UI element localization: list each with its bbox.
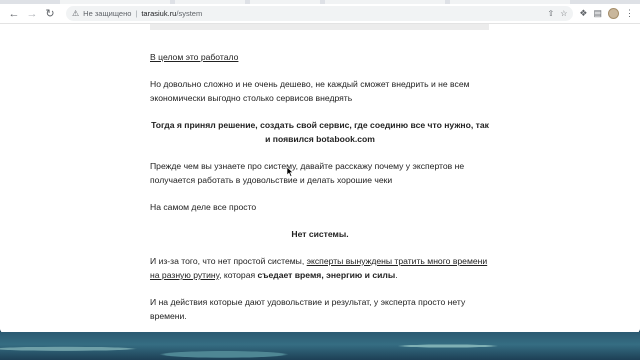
reading-list-icon[interactable]: ▤	[593, 8, 602, 19]
paragraph-7-text-a: И из-за того, что нет простой системы,	[150, 256, 307, 266]
warning-icon[interactable]: ⚠	[72, 9, 79, 18]
paragraph-7: И из-за того, что нет простой системы, э…	[150, 254, 490, 282]
article-body: В целом это работало Но довольно сложно …	[150, 50, 490, 334]
forward-icon[interactable]: →	[24, 6, 40, 22]
security-label[interactable]: Не защищено	[83, 9, 131, 18]
tab[interactable]	[325, 0, 445, 4]
url-host[interactable]: tarasiuk.ru	[141, 9, 176, 18]
paragraph-7-bold: съедает время, энергию и силы	[257, 270, 396, 280]
omnibox-actions: ⇧ ☆	[548, 9, 568, 18]
paragraph-7-text-c: .	[395, 270, 398, 280]
paragraph-5: На самом деле все просто	[150, 202, 257, 212]
paragraph-6: Нет системы.	[291, 229, 349, 239]
address-bar[interactable]: ⚠ Не защищено | tarasiuk.ru/system ⇧ ☆	[66, 6, 574, 21]
url-path[interactable]: /system	[176, 9, 202, 18]
tab-strip	[0, 0, 640, 4]
browser-toolbar: ← → ↻ ⚠ Не защищено | tarasiuk.ru/system…	[0, 4, 640, 24]
bookmark-star-icon[interactable]: ☆	[560, 9, 567, 18]
paragraph-2: Но довольно сложно и не очень дешево, не…	[150, 79, 470, 103]
share-icon[interactable]: ⇧	[548, 9, 555, 18]
tab[interactable]	[60, 0, 170, 4]
menu-icon[interactable]: ⋮	[625, 8, 634, 19]
profile-avatar[interactable]	[608, 8, 619, 19]
page-content: В целом это работало Но довольно сложно …	[0, 24, 640, 334]
tab[interactable]	[175, 0, 245, 4]
tab[interactable]	[250, 0, 320, 4]
paragraph-4: Прежде чем вы узнаете про систему, давай…	[150, 161, 465, 185]
paragraph-7-text-b: , которая	[219, 270, 258, 280]
content-block-top	[150, 24, 489, 30]
tab[interactable]	[450, 0, 570, 4]
paragraph-1: В целом это работало	[150, 52, 239, 62]
paragraph-3: Тогда я принял решение, создать свой сер…	[151, 120, 489, 144]
browser-window: ← → ↻ ⚠ Не защищено | tarasiuk.ru/system…	[0, 0, 640, 334]
paragraph-8: И на действия которые дают удовольствие …	[150, 297, 466, 321]
extensions-icon[interactable]: ❖	[579, 8, 587, 19]
desktop-wallpaper	[0, 332, 640, 360]
reload-icon[interactable]: ↻	[42, 6, 58, 22]
back-icon[interactable]: ←	[6, 6, 22, 22]
mouse-cursor-icon	[287, 167, 294, 177]
toolbar-right: ❖ ▤ ⋮	[579, 8, 634, 19]
separator: |	[135, 9, 138, 18]
